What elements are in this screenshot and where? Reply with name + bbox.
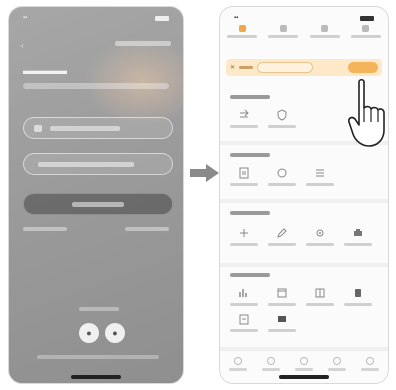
banner-label bbox=[239, 66, 254, 69]
tools-row-4 bbox=[228, 287, 380, 306]
list-icon bbox=[316, 169, 324, 177]
banner-action-button[interactable] bbox=[348, 62, 378, 73]
gear-icon bbox=[316, 229, 324, 237]
email-field[interactable] bbox=[23, 117, 173, 139]
email-placeholder bbox=[50, 126, 120, 131]
section-divider bbox=[220, 199, 388, 203]
tools-row-2 bbox=[228, 167, 380, 186]
section-heading-3 bbox=[230, 211, 270, 215]
sign-in-button[interactable] bbox=[23, 193, 173, 215]
shield-icon bbox=[277, 109, 287, 121]
close-icon[interactable]: ✕ bbox=[230, 64, 235, 71]
tool-plus[interactable] bbox=[228, 227, 260, 246]
tool-chart[interactable] bbox=[228, 287, 260, 306]
tool-shield[interactable] bbox=[266, 109, 298, 128]
sign-in-label bbox=[72, 202, 124, 207]
password-placeholder bbox=[38, 162, 134, 167]
plus-icon bbox=[240, 229, 248, 237]
tool-pencil[interactable] bbox=[266, 227, 298, 246]
swap-icon bbox=[240, 109, 249, 118]
nav-home[interactable] bbox=[228, 357, 248, 371]
clipboard-icon bbox=[239, 314, 249, 325]
phone-icon bbox=[355, 289, 361, 297]
tool-book[interactable] bbox=[304, 287, 336, 306]
apple-icon[interactable]: ● bbox=[105, 323, 125, 343]
auth-links bbox=[23, 227, 169, 231]
right-phone-screen: ▪▪ ✕ bbox=[219, 6, 389, 384]
battery-icon bbox=[360, 15, 374, 21]
calendar-icon bbox=[321, 25, 329, 32]
nav-search[interactable] bbox=[261, 357, 281, 371]
home-indicator bbox=[71, 375, 121, 379]
battery-icon bbox=[155, 15, 169, 21]
password-field[interactable] bbox=[23, 153, 173, 175]
tool-clipboard[interactable] bbox=[228, 313, 260, 332]
nav-menu[interactable] bbox=[360, 357, 380, 371]
status-bar: ▪▪ bbox=[23, 13, 169, 23]
chart-icon bbox=[239, 289, 247, 297]
tool-printer[interactable] bbox=[342, 227, 374, 246]
status-time: ▪▪ bbox=[23, 15, 28, 21]
document-icon bbox=[239, 167, 249, 179]
nav-bell[interactable] bbox=[327, 357, 347, 371]
home-icon bbox=[238, 25, 246, 32]
folder-icon bbox=[278, 316, 286, 322]
tool-folder[interactable] bbox=[266, 313, 298, 332]
section-heading-1 bbox=[230, 95, 270, 99]
top-tab-bar bbox=[224, 25, 384, 38]
circle-icon bbox=[277, 168, 287, 178]
banner-field[interactable] bbox=[257, 62, 314, 73]
or-divider bbox=[79, 307, 119, 311]
status-time: ▪▪ bbox=[234, 15, 239, 21]
grid-icon bbox=[279, 25, 287, 32]
legal-text bbox=[37, 355, 159, 359]
star-icon bbox=[300, 357, 308, 365]
status-bar: ▪▪ bbox=[234, 13, 374, 23]
page-title: ▬▬▬▬ bbox=[23, 65, 67, 77]
page-subtitle bbox=[23, 83, 169, 89]
home-indicator bbox=[279, 375, 329, 379]
chevron-left-icon[interactable]: ‹ bbox=[21, 41, 24, 50]
nav-star[interactable] bbox=[294, 357, 314, 371]
section-heading-4 bbox=[230, 273, 270, 277]
tool-gear[interactable] bbox=[304, 227, 336, 246]
bottom-nav bbox=[228, 357, 380, 371]
tool-calendar[interactable] bbox=[266, 287, 298, 306]
tools-row-3 bbox=[228, 227, 380, 246]
home-icon bbox=[234, 357, 242, 365]
printer-icon bbox=[354, 229, 362, 236]
section-heading-2 bbox=[230, 153, 270, 157]
register-link[interactable] bbox=[125, 227, 169, 231]
tab-grid[interactable] bbox=[265, 25, 301, 38]
tool-phone[interactable] bbox=[342, 287, 374, 306]
pointing-hand-icon bbox=[348, 78, 385, 147]
menu-icon bbox=[366, 357, 374, 365]
tools-row-5 bbox=[228, 313, 380, 332]
tab-home[interactable] bbox=[224, 25, 260, 38]
search-icon bbox=[267, 357, 275, 365]
left-phone-screen: ▪▪ ‹ ▬▬▬▬ ● ● bbox=[8, 6, 184, 384]
top-right-link[interactable] bbox=[115, 41, 171, 46]
tool-circle[interactable] bbox=[266, 167, 298, 186]
google-icon[interactable]: ● bbox=[79, 323, 99, 343]
tutorial-canvas: ▪▪ ‹ ▬▬▬▬ ● ● ▪▪ ✕ bbox=[0, 0, 396, 390]
tool-document[interactable] bbox=[228, 167, 260, 186]
mail-icon bbox=[34, 125, 42, 132]
tab-chart[interactable] bbox=[348, 25, 384, 38]
forgot-password-link[interactable] bbox=[23, 227, 67, 231]
bell-icon bbox=[333, 357, 341, 365]
tool-list[interactable] bbox=[304, 167, 336, 186]
tool-swap[interactable] bbox=[228, 109, 260, 128]
pencil-icon bbox=[277, 228, 287, 238]
background-glow bbox=[83, 37, 183, 127]
promo-banner: ✕ bbox=[226, 59, 382, 76]
chart-icon bbox=[362, 25, 370, 32]
section-divider bbox=[220, 263, 388, 267]
arrow-right-icon bbox=[190, 164, 219, 182]
calendar-icon bbox=[277, 288, 287, 298]
section-divider bbox=[220, 347, 388, 351]
book-icon bbox=[315, 288, 325, 298]
tab-calendar[interactable] bbox=[307, 25, 343, 38]
